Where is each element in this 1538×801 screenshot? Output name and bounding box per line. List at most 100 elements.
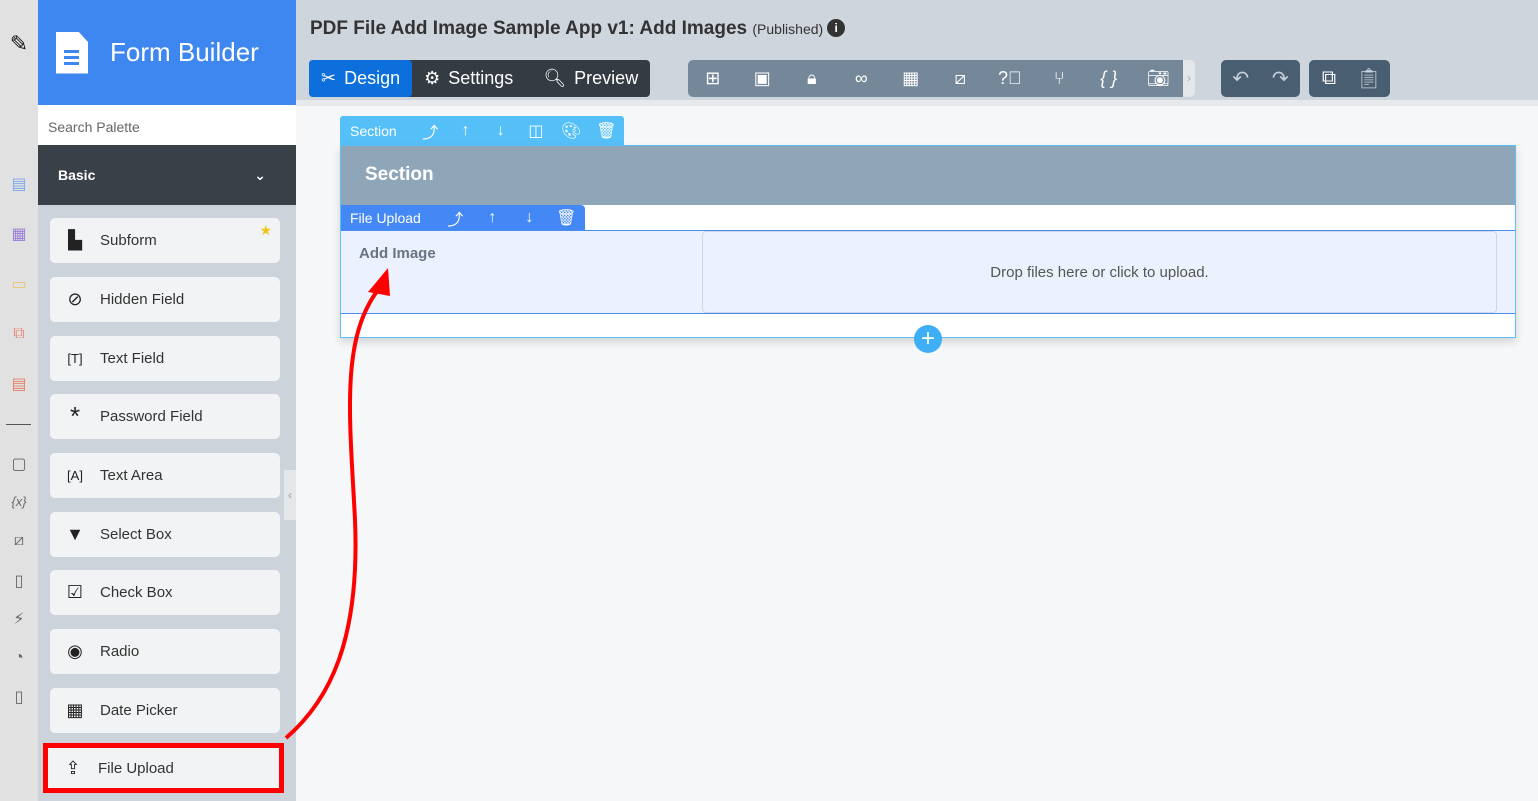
pdf-icon[interactable]: ▤: [8, 373, 30, 395]
item-label: Subform: [100, 232, 157, 249]
collapse-palette-button[interactable]: ‹: [284, 470, 296, 520]
workflow-icon[interactable]: ⧉: [8, 323, 30, 345]
calendar-icon: ▦: [66, 700, 84, 720]
document-icon: [56, 31, 88, 74]
dropzone[interactable]: Drop files here or click to upload.: [702, 231, 1497, 313]
edit-icon[interactable]: ✎: [8, 31, 30, 56]
arrow-up-icon[interactable]: ↑: [474, 209, 511, 227]
variable-icon[interactable]: {x}: [8, 490, 30, 512]
table-icon[interactable]: ▦: [8, 223, 30, 245]
help-icon[interactable]: ?⃝: [985, 68, 1035, 89]
undo-redo-group: ↶ ↷: [1221, 60, 1300, 97]
undo-icon[interactable]: ↶: [1221, 66, 1261, 91]
palette-header: Form Builder: [38, 0, 296, 105]
copy-icon[interactable]: ⧉: [1309, 67, 1349, 90]
upload-icon: ⇪: [65, 757, 81, 778]
code-braces-icon[interactable]: { }: [1084, 68, 1134, 89]
mode-tabs: ✂ Design ⚙ Settings 🔍︎ Preview: [309, 60, 651, 97]
tab-label: Preview: [574, 68, 639, 88]
tab-label: Settings: [448, 68, 514, 88]
item-label: Hidden Field: [100, 291, 185, 308]
category-label: Basic: [58, 167, 96, 183]
design-icon: ✂: [321, 68, 337, 88]
gear-icon: ⚙: [424, 68, 441, 88]
grid-icon[interactable]: ▦: [886, 68, 936, 89]
category-basic[interactable]: Basic ⌄: [38, 145, 296, 205]
arrow-down-icon[interactable]: ↓: [511, 209, 548, 227]
plugin-icon[interactable]: ⚡: [8, 608, 30, 630]
translate-icon[interactable]: ⧄: [936, 68, 986, 89]
trash-icon[interactable]: 🗑︎: [548, 208, 585, 228]
move-out-icon[interactable]: ⤴: [437, 206, 474, 230]
branch-icon[interactable]: ⑂: [1035, 68, 1085, 89]
dropzone-text: Drop files here or click to upload.: [990, 263, 1209, 281]
toolbar: ⊞ ▣ 🔒︎ ∞ ▦ ⧄ ?⃝ ⑂ { } 📷︎ ›: [688, 60, 1195, 97]
search-palette-input[interactable]: Search Palette: [38, 105, 296, 145]
page-title: PDF File Add Image Sample App v1: Add Im…: [310, 18, 846, 40]
section-toolbar: Section ⤴ ↑ ↓ ◫ 🎨︎ 🗑︎: [340, 116, 624, 145]
palette-icon[interactable]: 🎨︎: [554, 121, 589, 141]
paste-icon[interactable]: 📋︎: [1349, 66, 1389, 91]
arrow-path: [284, 288, 380, 740]
arrow-down-icon[interactable]: ↓: [483, 122, 518, 140]
item-label: Text Field: [100, 350, 165, 367]
highlight-file-upload: ⇪ File Upload: [43, 743, 284, 793]
item-label: Select Box: [100, 526, 172, 543]
tab-settings[interactable]: ⚙ Settings: [412, 60, 525, 97]
add-element-button[interactable]: +: [914, 325, 942, 353]
lock-icon[interactable]: 🔒︎: [787, 68, 837, 89]
rules-icon[interactable]: ▣: [738, 68, 788, 89]
binoculars-icon[interactable]: ∞: [837, 68, 887, 89]
status-label: (Published): [752, 21, 824, 37]
palette-item-text-area[interactable]: [A] Text Area: [50, 453, 280, 498]
field-toolbar-label: File Upload: [350, 209, 421, 226]
dashboard-icon[interactable]: ◔: [8, 647, 30, 669]
move-out-icon[interactable]: ⤴: [413, 119, 448, 143]
eye-slash-icon: ⊘: [67, 289, 83, 309]
palette-item-radio[interactable]: ◉ Radio: [50, 629, 280, 674]
file-upload-field[interactable]: Add Image Drop files here or click to up…: [341, 230, 1515, 314]
palette-item-hidden-field[interactable]: ⊘ Hidden Field: [50, 277, 280, 322]
palette-title: Form Builder: [110, 37, 259, 67]
script-icon[interactable]: ▯: [8, 686, 30, 708]
form-icon[interactable]: ▤: [8, 173, 30, 195]
palette-item-date-picker[interactable]: ▦ Date Picker: [50, 688, 280, 733]
pdf-image-icon[interactable]: ▯: [8, 570, 30, 592]
camera-icon[interactable]: 📷︎: [1134, 68, 1184, 89]
star-icon: ★: [259, 222, 272, 238]
text-area-icon: [A]: [67, 468, 83, 483]
tab-label: Design: [344, 68, 401, 88]
asterisk-icon: *: [69, 401, 81, 431]
divider: [6, 424, 31, 425]
note-icon[interactable]: ▢: [8, 453, 30, 475]
translate-icon[interactable]: ⧄: [8, 530, 30, 552]
monitor-icon[interactable]: ▭: [8, 273, 30, 295]
field-label: Add Image: [359, 245, 436, 262]
palette-item-subform[interactable]: ▙ Subform ★: [50, 218, 280, 263]
item-label: Radio: [100, 643, 140, 660]
palette-item-file-upload[interactable]: ⇪ File Upload: [48, 748, 279, 788]
info-icon[interactable]: i: [827, 19, 846, 37]
palette-item-select-box[interactable]: ▼ Select Box: [50, 512, 280, 557]
redo-icon[interactable]: ↷: [1261, 66, 1301, 91]
chevron-down-icon: ⌄: [254, 166, 266, 183]
trash-icon[interactable]: 🗑︎: [589, 121, 624, 141]
columns-icon[interactable]: ◫: [518, 121, 553, 141]
hierarchy-icon[interactable]: ⊞: [688, 68, 738, 89]
arrow-up-icon[interactable]: ↑: [448, 122, 483, 140]
radio-icon: ◉: [67, 641, 83, 661]
item-label: Text Area: [100, 467, 163, 484]
palette-item-password-field[interactable]: * Password Field: [50, 394, 280, 439]
tab-design[interactable]: ✂ Design: [309, 60, 413, 97]
subform-icon: ▙: [68, 230, 82, 250]
field-toolbar: File Upload ⤴ ↑ ↓ 🗑︎: [341, 205, 585, 230]
tab-preview[interactable]: 🔍︎ Preview: [525, 60, 650, 97]
palette-item-check-box[interactable]: ☑ Check Box: [50, 570, 280, 615]
left-rail: ✎ ▤ ▦ ▭ ⧉ ▤ ▢ {x} ⧄ ▯ ⚡ ◔ ▯: [0, 0, 38, 801]
clipboard-group: ⧉ 📋︎: [1309, 60, 1390, 97]
palette-item-text-field[interactable]: [T] Text Field: [50, 336, 280, 381]
app-title: PDF File Add Image Sample App v1: Add Im…: [310, 18, 748, 39]
section[interactable]: Section File Upload ⤴ ↑ ↓ 🗑︎ Add Image D…: [340, 145, 1516, 338]
toolbar-scroll-right[interactable]: ›: [1183, 60, 1195, 97]
item-label: Date Picker: [100, 702, 178, 719]
